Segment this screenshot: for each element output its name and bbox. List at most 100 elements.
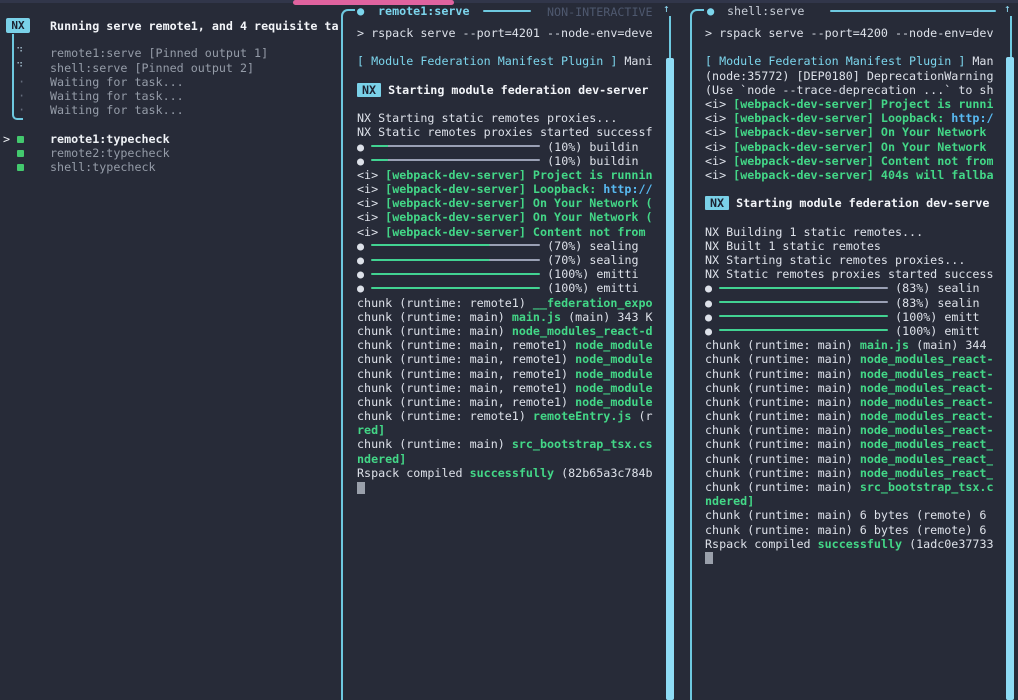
terminal-text: node_modules_react- [860, 423, 993, 437]
terminal-line: Rspack compiled successfully (82b65a3c78… [357, 466, 657, 480]
terminal-text: chunk (runtime: main) 6 bytes (remote) 6 [705, 508, 986, 522]
terminal-line: (Use `node --trace-deprecation ...` to s… [705, 83, 993, 97]
terminal-text: chunk (runtime: main) [705, 395, 860, 409]
terminal-text: (100%) emitt [888, 324, 979, 338]
terminal-line: chunk (runtime: main) node_modules_react… [705, 367, 993, 381]
task-row[interactable]: shell:typecheck [0, 160, 340, 174]
terminal-text: [webpack-dev-server] On Your Network ( [385, 196, 652, 210]
panel-border [690, 9, 704, 700]
terminal-text: main.js [512, 310, 561, 324]
terminal-line: chunk (runtime: main) src_bootstrap_tsx.… [357, 437, 657, 451]
terminal-line: chunk (runtime: main) node_modules_react… [705, 352, 993, 366]
terminal-line [357, 480, 657, 494]
terminal-text: (100%) emitti [540, 281, 639, 295]
terminal-text: <i> [357, 182, 385, 196]
terminal-text: [webpack-dev-server] On Your Network ( [385, 210, 652, 224]
progress-bar [371, 273, 540, 275]
terminal-line: NX Building 1 static remotes... [705, 225, 993, 239]
terminal-text: chunk (runtime: main, remote1) [357, 352, 575, 366]
terminal-text: chunk (runtime: remote1) [357, 409, 533, 423]
scrollbar-track[interactable] [1010, 16, 1012, 57]
task-row[interactable]: ·Waiting for task... [0, 75, 340, 89]
task-row[interactable]: ·Waiting for task... [0, 89, 340, 103]
terminal-text: chunk (runtime: main, remote1) [357, 381, 575, 395]
terminal-text: <i> [357, 196, 385, 210]
task-row[interactable]: >remote1:typecheck [0, 132, 340, 146]
terminal-text: (82b65a3c784b [554, 466, 653, 480]
terminal-line: red] [357, 423, 657, 437]
scrollbar-up-arrow[interactable]: ↑ [1004, 2, 1011, 16]
terminal-text: Rspack compiled [357, 466, 470, 480]
terminal-text: node_module [575, 367, 652, 381]
terminal-text: [webpack-dev-server] Loopback: [733, 111, 951, 125]
terminal-text: (r [631, 409, 652, 423]
terminal-text: chunk (runtime: main) [705, 466, 860, 480]
task-label: remote2:typecheck [50, 146, 170, 160]
terminal-text: (main) 344 [909, 338, 986, 352]
terminal-text: chunk (runtime: main) [705, 423, 860, 437]
terminal-line: <i> [webpack-dev-server] 404s will fallb… [705, 168, 993, 182]
scrollbar-thumb[interactable] [666, 58, 674, 700]
waiting-dot-icon: · [18, 75, 25, 89]
terminal-text: ndered] [705, 494, 754, 508]
terminal-text: remoteEntry.js [533, 409, 632, 423]
terminal-line: ● (100%) emitt [705, 324, 993, 338]
terminal-text: (1adc0e37733 [902, 537, 993, 551]
terminal-text: successfully [470, 466, 554, 480]
task-row[interactable]: ·Waiting for task... [0, 103, 340, 117]
terminal-text: [webpack-dev-server] On Your Network [733, 125, 986, 139]
terminal-line: NXStarting module federation dev-serve [705, 196, 993, 210]
terminal-text: node_modules_react- [860, 409, 993, 423]
terminal-line: ● (100%) emitti [357, 281, 657, 295]
scrollbar-thumb[interactable] [1006, 57, 1014, 700]
terminal-text: <i> [357, 168, 385, 182]
terminal-text: src_bootstrap_tsx.cs [512, 437, 653, 451]
progress-bar [719, 329, 888, 331]
task-row[interactable]: ⠙shell:serve [Pinned output 2] [0, 61, 340, 75]
task-row[interactable]: remote2:typecheck [0, 146, 340, 160]
terminal-text: [webpack-dev-server] Loopback: [385, 182, 603, 196]
terminal-text: [webpack-dev-server] 404s will fallba [733, 168, 993, 182]
terminal-line [357, 69, 657, 83]
terminal-output: > rspack serve --port=4200 --node-env=de… [705, 26, 993, 565]
terminal-text: [ Module Federation Manifest Plugin ] [357, 54, 617, 68]
waiting-dot-icon: · [18, 89, 25, 103]
task-label: shell:typecheck [50, 160, 156, 174]
terminal-line: chunk (runtime: main) node_modules_react… [705, 423, 993, 437]
nx-inline-badge: NX [705, 196, 729, 210]
terminal-text: <i> [705, 97, 733, 111]
terminal-text: NX Starting static remotes proxies... [357, 111, 617, 125]
terminal-line: <i> [webpack-dev-server] On Your Network [705, 140, 993, 154]
terminal-text: (83%) sealin [888, 281, 979, 295]
terminal-line: chunk (runtime: main) node_modules_react… [705, 409, 993, 423]
task-row[interactable]: ⠙remote1:serve [Pinned output 1] [0, 46, 340, 60]
title-rule [830, 10, 996, 12]
terminal-line: chunk (runtime: remote1) __federation_ex… [357, 296, 657, 310]
terminal-line: ● (83%) sealin [705, 281, 993, 295]
terminal-text: ● [357, 140, 371, 154]
terminal-line: chunk (runtime: remote1) remoteEntry.js … [357, 409, 657, 423]
terminal-text: chunk (runtime: remote1) [357, 296, 533, 310]
terminal-line: NXStarting module federation dev-server [357, 83, 657, 97]
terminal-text: (main) 343 K [561, 310, 652, 324]
terminal-text: > rspack serve --port=4201 --node-env=de… [357, 26, 653, 40]
terminal-text: chunk (runtime: main) [705, 381, 860, 395]
terminal-line: NX Built 1 static remotes [705, 239, 993, 253]
terminal-text: node_module [575, 381, 652, 395]
terminal-line: chunk (runtime: main) main.js (main) 344 [705, 338, 993, 352]
terminal-text: chunk (runtime: main) [357, 310, 512, 324]
terminal-text: chunk (runtime: main) [705, 352, 860, 366]
terminal-text: (70%) sealing [540, 239, 639, 253]
task-label: shell:serve [Pinned output 2] [50, 61, 254, 75]
scrollbar-track[interactable] [669, 16, 671, 58]
terminal-text: <i> [357, 210, 385, 224]
terminal-line: chunk (runtime: main, remote1) node_modu… [357, 338, 657, 352]
terminal-text: (83%) sealin [888, 296, 979, 310]
scrollbar-up-arrow[interactable]: ↑ [663, 2, 670, 16]
terminal-line [357, 97, 657, 111]
terminal-text: node_modules_react- [860, 395, 993, 409]
terminal-line: chunk (runtime: main) node_modules_react… [705, 466, 993, 480]
terminal-line: <i> [webpack-dev-server] On Your Network… [357, 196, 657, 210]
terminal-text: <i> [705, 140, 733, 154]
terminal-text: red] [357, 423, 385, 437]
